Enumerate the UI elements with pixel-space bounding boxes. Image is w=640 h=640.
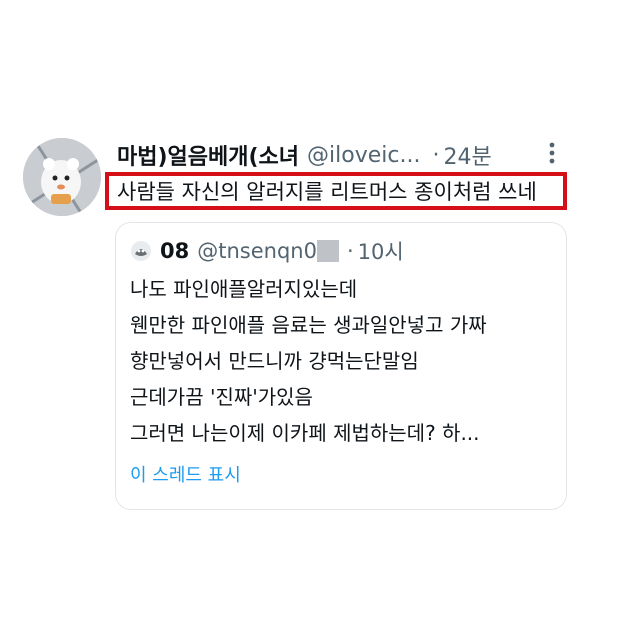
quote-tweet-card[interactable]: 08 @tnsenqn0 · 10시 나도 파인애플알러지있는데 웬만한 파인애… [115, 222, 567, 510]
more-vertical-icon[interactable] [540, 139, 564, 167]
quote-text-line: 나도 파인애플알러지있는데 [130, 277, 358, 301]
quote-display-name[interactable]: 08 [160, 239, 189, 263]
redacted-block [316, 240, 339, 262]
quote-user-handle[interactable]: @tnsenqn0 [197, 239, 317, 263]
quote-text-line: 향만넣어서 만드니까 걍먹는단말임 [130, 349, 419, 373]
tweet-text: 사람들 자신의 알러지를 리트머스 종이처럼 쓰네 [117, 180, 537, 204]
quote-text-line: 근데가끔 '진짜'가있음 [130, 385, 313, 409]
avatar[interactable] [23, 138, 101, 216]
quote-text-line: 웬만한 파인애플 음료는 생과일안넣고 가짜 [130, 313, 487, 337]
quote-text-line: 그러면 나는이제 이카페 제법하는데? 하... [130, 421, 480, 445]
tweet-header: 마법)얼음베개(소녀 @iloveic... · 24분 [117, 138, 492, 172]
quote-separator-dot: · [346, 239, 354, 263]
quote-text: 나도 파인애플알러지있는데 웬만한 파인애플 음료는 생과일안넣고 가짜 향만넣… [130, 271, 556, 451]
separator-dot: · [432, 142, 440, 168]
display-name[interactable]: 마법)얼음베개(소녀 [117, 139, 299, 171]
avatar-image [23, 138, 101, 216]
show-thread-link[interactable]: 이 스레드 표시 [130, 461, 241, 487]
tweet-timestamp[interactable]: 24분 [443, 139, 491, 171]
tweet-text-highlight: 사람들 자신의 알러지를 리트머스 종이처럼 쓰네 [105, 172, 567, 210]
quote-header: 08 @tnsenqn0 · 10시 [130, 235, 404, 267]
user-handle[interactable]: @iloveic... [307, 143, 420, 168]
quote-avatar-icon [131, 241, 151, 261]
quote-timestamp[interactable]: 10시 [358, 236, 404, 266]
